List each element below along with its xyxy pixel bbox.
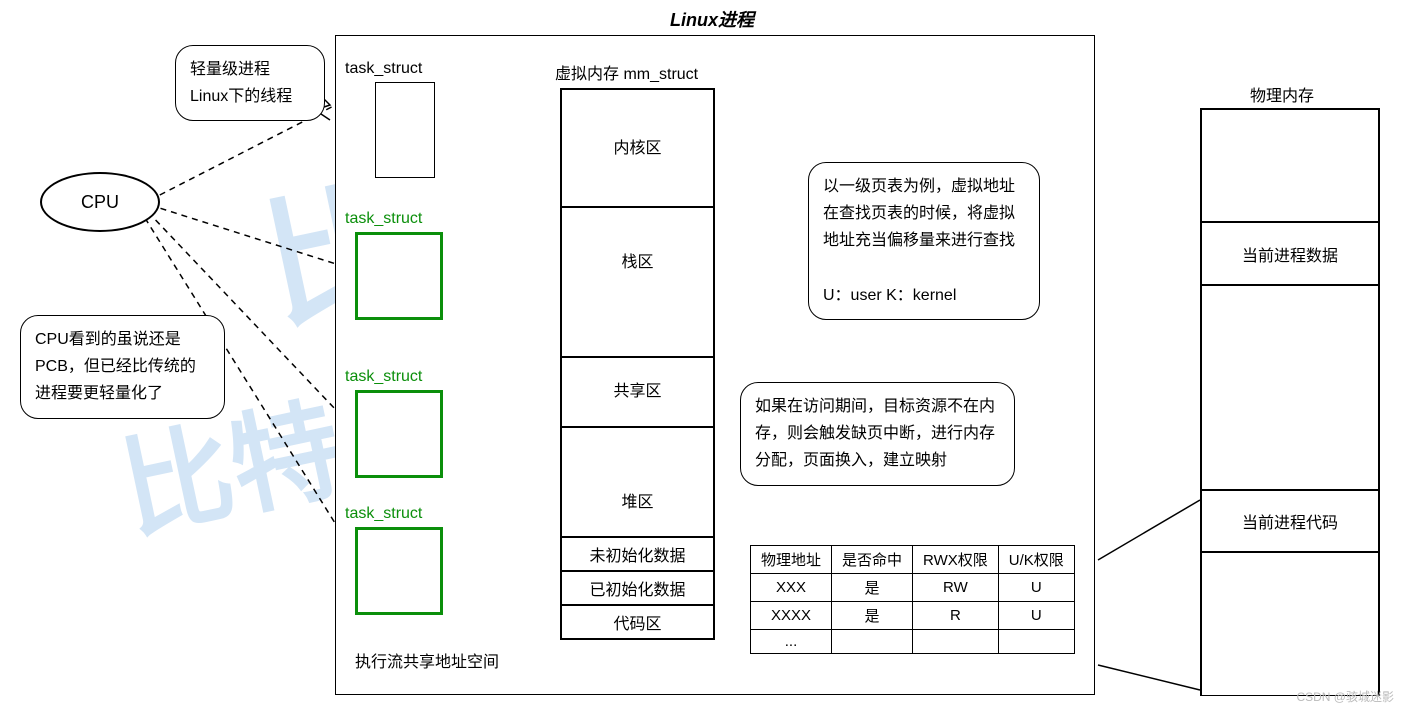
task-struct-box-2	[355, 390, 443, 478]
phys-code: 当前进程代码	[1201, 490, 1379, 553]
task-struct-box-3	[355, 527, 443, 615]
attribution: CSDN @骇城迷影	[1296, 688, 1394, 705]
pt-h1: 是否命中	[832, 546, 913, 574]
table-row: XXXX 是 R U	[751, 602, 1075, 630]
bubble-pcb: CPU看到的虽说还是PCB，但已经比传统的进程要更轻量化了	[20, 315, 225, 419]
table-row: XXX 是 RW U	[751, 574, 1075, 602]
phys-blank-2	[1201, 285, 1379, 489]
mm-struct-box: 内核区 栈区 共享区 堆区 未初始化数据 已初始化数据 代码区	[560, 88, 715, 640]
bubble-vpt: 以一级页表为例，虚拟地址在查找页表的时候，将虚拟地址充当偏移量来进行查找 U：u…	[808, 162, 1040, 320]
diagram-title: Linux进程	[670, 6, 754, 32]
mm-code: 代码区	[561, 605, 714, 639]
pt-h3: U/K权限	[998, 546, 1074, 574]
task-struct-box-main	[375, 82, 435, 178]
task-struct-label-2: task_struct	[345, 368, 422, 386]
mm-struct-title: 虚拟内存 mm_struct	[555, 60, 698, 84]
bubble-fault: 如果在访问期间，目标资源不在内存，则会触发缺页中断，进行内存分配，页面换入，建立…	[740, 382, 1015, 486]
page-table: 物理地址 是否命中 RWX权限 U/K权限 XXX 是 RW U XXXX 是 …	[750, 545, 1075, 654]
task-struct-box-1	[355, 232, 443, 320]
pt-h2: RWX权限	[913, 546, 999, 574]
mm-stack: 栈区	[561, 207, 714, 357]
task-struct-label-main: task_struct	[345, 60, 422, 78]
mm-heap: 堆区	[561, 427, 714, 537]
task-struct-label-1: task_struct	[345, 210, 422, 228]
phys-data: 当前进程数据	[1201, 222, 1379, 285]
mm-data: 已初始化数据	[561, 571, 714, 605]
cpu-node: CPU	[40, 172, 160, 232]
phys-blank-3	[1201, 552, 1379, 695]
mm-bss: 未初始化数据	[561, 537, 714, 571]
table-row: ...	[751, 630, 1075, 654]
pt-h0: 物理地址	[751, 546, 832, 574]
table-header-row: 物理地址 是否命中 RWX权限 U/K权限	[751, 546, 1075, 574]
phys-title: 物理内存	[1250, 82, 1314, 106]
task-struct-label-3: task_struct	[345, 505, 422, 523]
mm-kernel: 内核区	[561, 89, 714, 207]
phys-memory-box: 当前进程数据 当前进程代码	[1200, 108, 1380, 696]
phys-blank-1	[1201, 109, 1379, 222]
cpu-label: CPU	[81, 192, 119, 213]
mm-shared: 共享区	[561, 357, 714, 427]
bubble-lwp: 轻量级进程 Linux下的线程	[175, 45, 325, 121]
exec-share-label: 执行流共享地址空间	[355, 648, 499, 672]
